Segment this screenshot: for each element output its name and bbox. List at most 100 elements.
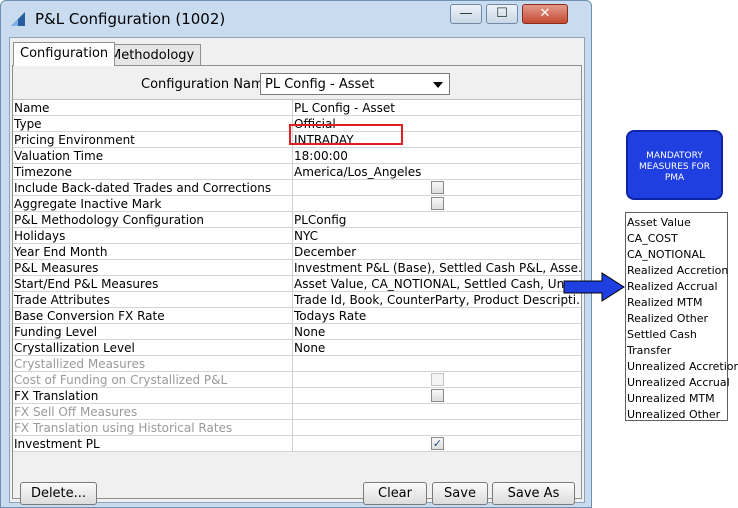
name-highlight-box [289, 124, 403, 145]
property-label: Include Back-dated Trades and Correction… [14, 180, 293, 196]
property-label: Aggregate Inactive Mark [14, 196, 293, 212]
pl-configuration-window: P&L Configuration (1002) — ☐ ✕ Configura… [0, 0, 592, 508]
table-row: Start/End P&L Measures Asset Value, CA_NO… [13, 276, 581, 292]
mandatory-line: MEASURES FOR [639, 162, 710, 172]
property-value [294, 404, 581, 420]
list-item: CA_COST [627, 232, 678, 245]
minimize-icon: — [459, 6, 473, 21]
configuration-panel: Configuration Name PL Config - Asset Nam… [12, 65, 582, 499]
property-value [294, 420, 581, 436]
property-value[interactable]: None [294, 340, 581, 356]
property-label: P&L Measures [14, 260, 293, 276]
property-value[interactable]: 18:00:00 [294, 148, 581, 164]
clear-button[interactable]: Clear [363, 482, 427, 505]
property-label: Crystallization Level [14, 340, 293, 356]
table-row: Investment PL ✓ [13, 436, 581, 452]
property-label: FX Translation using Historical Rates [14, 420, 293, 436]
table-row: P&L Measures Investment P&L (Base), Settl… [13, 260, 581, 276]
property-label: Pricing Environment [14, 132, 293, 148]
table-row: Crystallized Measures [13, 356, 581, 372]
table-row: Year End Month December [13, 244, 581, 260]
table-row: Trade Attributes Trade Id, Book, CounterP… [13, 292, 581, 308]
list-item: Transfer [627, 344, 672, 357]
table-row: Valuation Time 18:00:00 [13, 148, 581, 164]
list-item: Realized Accretion [627, 264, 729, 277]
table-row: FX Sell Off Measures [13, 404, 581, 420]
table-row: Funding Level None [13, 324, 581, 340]
list-item: CA_NOTIONAL [627, 248, 706, 261]
fx-translation-checkbox[interactable] [431, 389, 444, 402]
aggregate-inactive-checkbox[interactable] [431, 197, 444, 210]
property-value[interactable]: None [294, 324, 581, 340]
list-item: Realized Accrual [627, 280, 718, 293]
property-value[interactable]: December [294, 244, 581, 260]
window-title: P&L Configuration (1002) [35, 10, 226, 28]
property-label: Start/End P&L Measures [14, 276, 293, 292]
configuration-name-value: PL Config - Asset [265, 77, 375, 92]
property-value[interactable]: Todays Rate [294, 308, 581, 324]
property-label: Type [14, 116, 293, 132]
app-icon [11, 12, 25, 26]
save-as-button[interactable]: Save As [492, 482, 575, 505]
table-row: Name PL Config - Asset [13, 100, 581, 116]
property-value [294, 356, 581, 372]
mandatory-line: MANDATORY [646, 151, 703, 161]
property-label: Investment PL [14, 436, 293, 452]
title-bar: P&L Configuration (1002) — ☐ ✕ [1, 1, 591, 37]
list-item: Asset Value [627, 216, 691, 229]
property-value[interactable]: PL Config - Asset [294, 100, 581, 116]
property-label: Cost of Funding on Crystallized P&L [14, 372, 293, 388]
close-button[interactable]: ✕ [522, 4, 568, 24]
investment-pl-checkbox[interactable]: ✓ [431, 437, 444, 450]
property-label: Timezone [14, 164, 293, 180]
table-row: Crystallization Level None [13, 340, 581, 356]
list-item: Settled Cash [627, 328, 697, 341]
delete-button[interactable]: Delete... [20, 482, 97, 505]
tab-configuration[interactable]: Configuration [13, 42, 116, 66]
property-label: FX Sell Off Measures [14, 404, 293, 420]
table-row: Timezone America/Los_Angeles [13, 164, 581, 180]
mandatory-measures-list: Asset Value CA_COST CA_NOTIONAL Realized… [625, 212, 738, 421]
property-label: Crystallized Measures [14, 356, 293, 372]
property-value[interactable]: America/Los_Angeles [294, 164, 581, 180]
table-row: Cost of Funding on Crystallized P&L [13, 372, 581, 388]
tab-methodology[interactable]: Methodology [103, 44, 202, 66]
maximize-button[interactable]: ☐ [486, 4, 518, 24]
list-item: Realized MTM [627, 296, 703, 309]
property-value[interactable]: Asset Value, CA_NOTIONAL, Settled Cash, … [294, 276, 581, 292]
table-row: Aggregate Inactive Mark [13, 196, 581, 212]
maximize-icon: ☐ [496, 6, 508, 21]
minimize-button[interactable]: — [450, 4, 482, 24]
cost-of-funding-checkbox [431, 373, 444, 386]
property-value[interactable]: PLConfig [294, 212, 581, 228]
table-row: P&L Methodology Configuration PLConfig [13, 212, 581, 228]
list-item: Unrealized Accretion [627, 360, 738, 373]
property-label: Funding Level [14, 324, 293, 340]
property-value[interactable]: Investment P&L (Base), Settled Cash P&L,… [294, 260, 581, 276]
table-row: Include Back-dated Trades and Correction… [13, 180, 581, 196]
chevron-down-icon [433, 82, 443, 88]
pointer-arrow-icon [563, 272, 625, 302]
table-row: FX Translation [13, 388, 581, 404]
table-row: Base Conversion FX Rate Todays Rate [13, 308, 581, 324]
mandatory-line: PMA [664, 173, 685, 183]
properties-table: Name PL Config - Asset Type Official Prici… [13, 99, 581, 452]
property-label: Holidays [14, 228, 293, 244]
property-value[interactable]: Trade Id, Book, CounterParty, Product De… [294, 292, 581, 308]
list-item: Unrealized MTM [627, 392, 715, 405]
property-label: Valuation Time [14, 148, 293, 164]
list-item: Realized Other [627, 312, 709, 325]
property-value[interactable]: NYC [294, 228, 581, 244]
property-label: FX Translation [14, 388, 293, 404]
save-button[interactable]: Save [432, 482, 488, 505]
property-label: Name [14, 100, 293, 116]
configuration-name-select[interactable]: PL Config - Asset [260, 73, 450, 95]
property-label: Trade Attributes [14, 292, 293, 308]
property-label: P&L Methodology Configuration [14, 212, 293, 228]
table-row: Holidays NYC [13, 228, 581, 244]
include-backdated-checkbox[interactable] [431, 181, 444, 194]
mandatory-measures-box: MANDATORY MEASURES FOR PMA [626, 130, 723, 200]
list-item: Unrealized Other [627, 408, 721, 421]
list-item: Unrealized Accrual [627, 376, 730, 389]
table-row: FX Translation using Historical Rates [13, 420, 581, 436]
